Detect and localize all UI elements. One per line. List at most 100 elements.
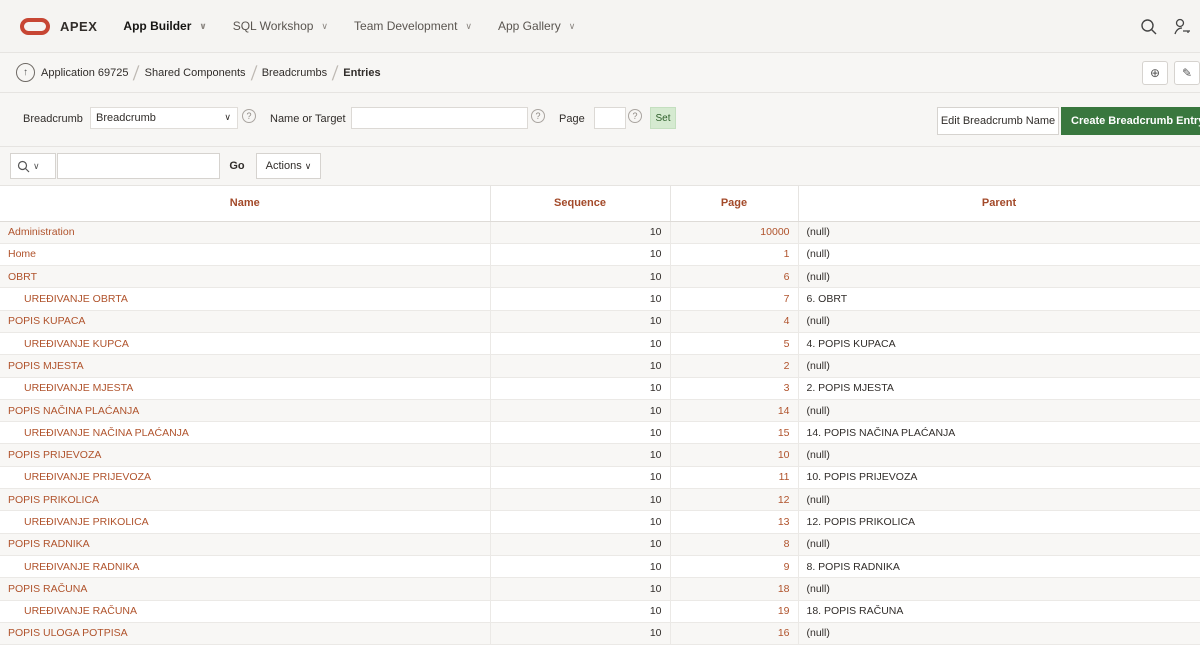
- breadcrumb-link[interactable]: Application 69725: [41, 67, 128, 79]
- parent-cell: 12. POPIS PRIKOLICA: [798, 510, 1200, 534]
- page-link[interactable]: 19: [670, 600, 799, 623]
- entry-name-link[interactable]: UREĐIVANJE RAČUNA: [0, 600, 491, 623]
- search-icon: [17, 160, 30, 172]
- search-column-selector[interactable]: ∨: [10, 153, 56, 179]
- edit-breadcrumb-name-button[interactable]: Edit Breadcrumb Name: [937, 107, 1059, 135]
- page-link[interactable]: 16: [670, 622, 799, 646]
- page-link[interactable]: 9: [670, 555, 799, 579]
- page-link[interactable]: 18: [670, 577, 799, 601]
- parent-cell: 8. POPIS RADNIKA: [798, 555, 1200, 579]
- chevron-down-icon: ∨: [33, 160, 40, 171]
- parent-cell: (null): [798, 399, 1200, 423]
- create-breadcrumb-entry-button[interactable]: Create Breadcrumb Entry >: [1061, 107, 1200, 135]
- oracle-logo-icon: [20, 17, 50, 35]
- go-button[interactable]: Go: [222, 153, 252, 179]
- column-header-sequence[interactable]: Sequence: [490, 186, 671, 222]
- sequence-cell: 10: [490, 354, 671, 378]
- entry-name-link[interactable]: POPIS PRIKOLICA: [0, 488, 491, 512]
- up-arrow-icon[interactable]: ↑: [16, 63, 35, 82]
- entry-name-link[interactable]: UREĐIVANJE RADNIKA: [0, 555, 491, 579]
- page-link[interactable]: 4: [670, 310, 799, 333]
- page-link[interactable]: 15: [670, 421, 799, 445]
- nav-item-sql-workshop[interactable]: SQL Workshop ∨: [233, 19, 328, 33]
- help-icon[interactable]: ?: [628, 109, 642, 123]
- table-header-row: Name Sequence Page Parent: [0, 186, 1200, 222]
- entry-name-link[interactable]: POPIS KUPACA: [0, 310, 491, 333]
- chevron-down-icon: ∨: [224, 112, 231, 122]
- page-link[interactable]: 8: [670, 533, 799, 556]
- entry-name-link[interactable]: Administration: [0, 221, 491, 244]
- nav-item-app-gallery[interactable]: App Gallery ∨: [498, 19, 575, 33]
- page-link[interactable]: 2: [670, 354, 799, 378]
- page-link[interactable]: 1: [670, 243, 799, 267]
- parent-cell: (null): [798, 488, 1200, 512]
- nav-item-app-builder[interactable]: App Builder ∨: [123, 19, 206, 33]
- parent-cell: 14. POPIS NAČINA PLAĆANJA: [798, 421, 1200, 445]
- table-row: UREĐIVANJE PRIJEVOZA 10 11 10. POPIS PRIJEV…: [0, 466, 1200, 490]
- set-button[interactable]: Set: [650, 107, 676, 129]
- parent-cell: (null): [798, 577, 1200, 601]
- breadcrumb-link[interactable]: Shared Components: [145, 67, 246, 79]
- top-navigation: APEX App Builder ∨ SQL Workshop ∨ Team Devel…: [0, 0, 1200, 53]
- chevron-down-icon: ∨: [568, 20, 576, 31]
- breadcrumb-link[interactable]: Breadcrumbs: [262, 67, 327, 79]
- page-link[interactable]: 11: [670, 466, 799, 490]
- entry-name-link[interactable]: UREĐIVANJE OBRTA: [0, 287, 491, 311]
- table-row: POPIS ULOGA POTPISA 10 16 (null): [0, 622, 1200, 646]
- column-header-name[interactable]: Name: [0, 186, 491, 222]
- entry-name-link[interactable]: OBRT: [0, 265, 491, 289]
- table-row: POPIS RAČUNA 10 18 (null): [0, 577, 1200, 601]
- entry-name-link[interactable]: UREĐIVANJE NAČINA PLAĆANJA: [0, 421, 491, 445]
- entry-name-link[interactable]: POPIS MJESTA: [0, 354, 491, 378]
- name-target-input[interactable]: [351, 107, 528, 129]
- entry-name-link[interactable]: POPIS PRIJEVOZA: [0, 443, 491, 467]
- parent-cell: 6. OBRT: [798, 287, 1200, 311]
- entry-name-link[interactable]: UREĐIVANJE MJESTA: [0, 377, 491, 400]
- breadcrumb-select-value: Breadcrumb: [96, 112, 156, 124]
- sequence-cell: 10: [490, 287, 671, 311]
- parent-cell: 10. POPIS PRIJEVOZA: [798, 466, 1200, 490]
- entry-name-link[interactable]: UREĐIVANJE KUPCA: [0, 332, 491, 356]
- sequence-cell: 10: [490, 510, 671, 534]
- search-input[interactable]: [57, 153, 220, 179]
- page-link[interactable]: 12: [670, 488, 799, 512]
- page-link[interactable]: 3: [670, 377, 799, 400]
- entry-name-link[interactable]: POPIS RAČUNA: [0, 577, 491, 601]
- entry-name-link[interactable]: POPIS NAČINA PLAĆANJA: [0, 399, 491, 423]
- user-key-icon[interactable]: [1166, 10, 1200, 44]
- page-link[interactable]: 14: [670, 399, 799, 423]
- entry-name-link[interactable]: UREĐIVANJE PRIKOLICA: [0, 510, 491, 534]
- entry-name-link[interactable]: Home: [0, 243, 491, 267]
- table-row: POPIS PRIKOLICA 10 12 (null): [0, 488, 1200, 512]
- page-link[interactable]: 13: [670, 510, 799, 534]
- page-filter-input[interactable]: [594, 107, 626, 129]
- entry-name-link[interactable]: POPIS ULOGA POTPISA: [0, 622, 491, 646]
- table-row: POPIS PRIJEVOZA 10 10 (null): [0, 443, 1200, 467]
- page-link[interactable]: 10: [670, 443, 799, 467]
- page-link[interactable]: 7: [670, 287, 799, 311]
- actions-menu-button[interactable]: Actions ∨: [256, 153, 321, 179]
- page-link[interactable]: 5: [670, 332, 799, 356]
- search-icon[interactable]: [1132, 10, 1166, 44]
- add-comment-icon[interactable]: ⊕: [1142, 61, 1168, 85]
- sequence-cell: 10: [490, 332, 671, 356]
- column-header-page[interactable]: Page: [670, 186, 799, 222]
- breadcrumb-select[interactable]: Breadcrumb ∨: [90, 107, 238, 129]
- sequence-cell: 10: [490, 533, 671, 556]
- sequence-cell: 10: [490, 377, 671, 400]
- table-row: UREĐIVANJE RADNIKA 10 9 8. POPIS RADNIKA: [0, 555, 1200, 579]
- table-row: UREĐIVANJE RAČUNA 10 19 18. POPIS RAČUNA: [0, 600, 1200, 623]
- apex-logo[interactable]: APEX: [20, 17, 97, 35]
- help-icon[interactable]: ?: [531, 109, 545, 123]
- pencil-icon[interactable]: ✎: [1174, 61, 1200, 85]
- column-header-parent[interactable]: Parent: [798, 186, 1200, 222]
- nav-item-label: App Gallery: [498, 19, 561, 33]
- entry-name-link[interactable]: UREĐIVANJE PRIJEVOZA: [0, 466, 491, 490]
- entry-name-link[interactable]: POPIS RADNIKA: [0, 533, 491, 556]
- page-link[interactable]: 10000: [670, 221, 799, 244]
- page-link[interactable]: 6: [670, 265, 799, 289]
- help-icon[interactable]: ?: [242, 109, 256, 123]
- nav-item-team-development[interactable]: Team Development ∨: [354, 19, 472, 33]
- table-row: Home 10 1 (null): [0, 243, 1200, 267]
- sequence-cell: 10: [490, 488, 671, 512]
